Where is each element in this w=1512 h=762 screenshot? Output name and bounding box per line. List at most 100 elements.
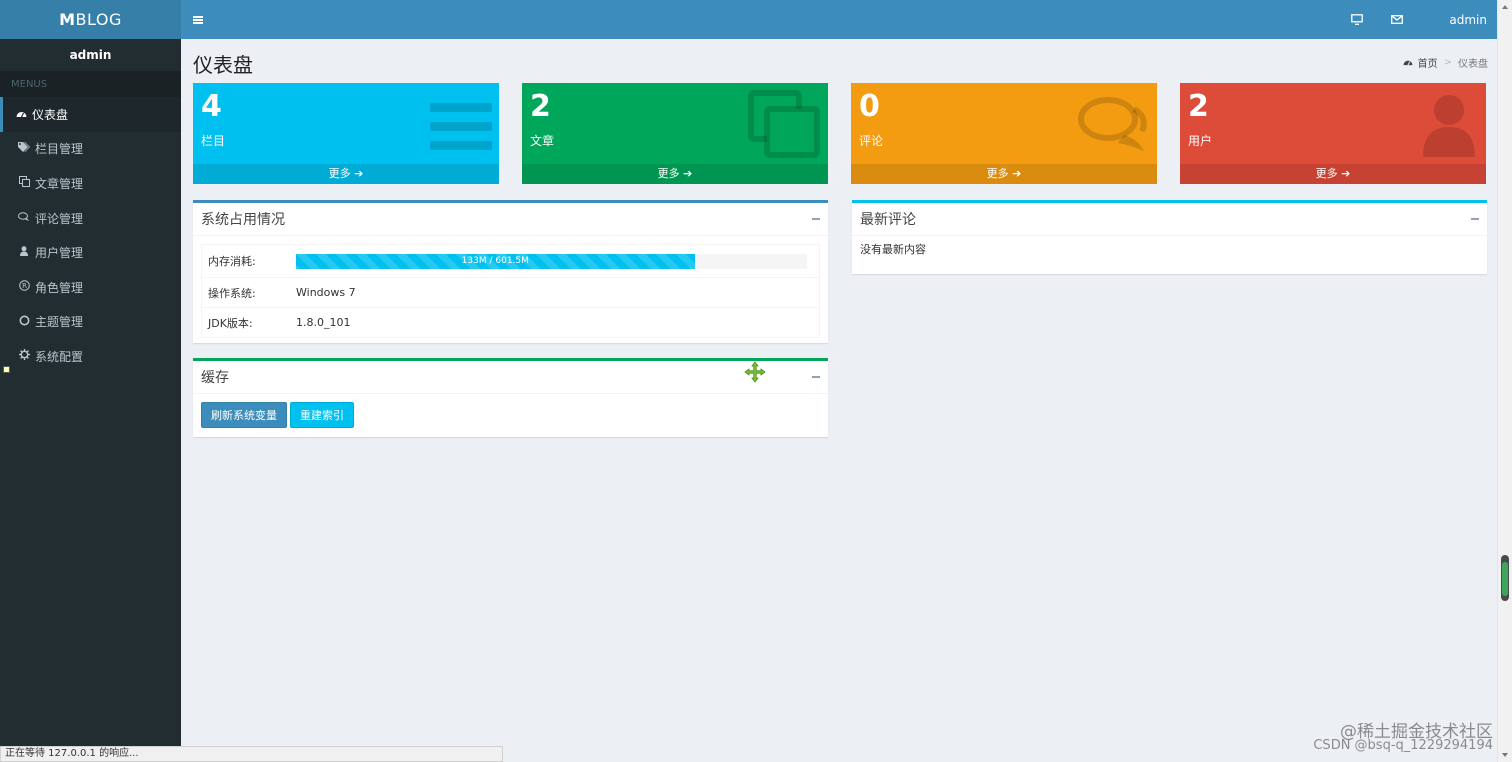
sidebar-item-users[interactable]: 用户管理: [0, 235, 181, 270]
latest-comments-box: 最新评论 没有最新内容: [852, 200, 1487, 274]
jdk-label: JDK版本:: [208, 316, 253, 330]
brand-logo[interactable]: M BLOG: [0, 0, 181, 39]
top-navbar: admin: [181, 0, 1497, 39]
empty-message: 没有最新内容: [860, 243, 926, 256]
breadcrumb-separator: >: [1443, 56, 1452, 68]
user-icon: [1423, 95, 1479, 160]
monitor-icon[interactable]: [1351, 14, 1364, 25]
sidebar-item-comments[interactable]: 评论管理: [0, 201, 181, 236]
stats-row: 4 栏目 更多 ➔ 2 文章 更多 ➔ 0 评论 更多 ➔ 2 用户 更多 ➔: [193, 83, 1488, 184]
box-title: 缓存: [201, 370, 229, 386]
stat-more-link[interactable]: 更多 ➔: [1180, 164, 1486, 184]
sidebar-item-roles[interactable]: R 角色管理: [0, 270, 181, 305]
resize-handle-left[interactable]: [3, 366, 10, 373]
system-info-table: 内存消耗: 133M / 601.5M 操作系统: Windows 7 JDK版…: [201, 244, 820, 338]
circle-icon: [17, 315, 31, 329]
memory-label: 内存消耗:: [208, 255, 256, 268]
stat-box-users: 2 用户 更多 ➔: [1180, 83, 1486, 184]
brand-rest: BLOG: [75, 10, 122, 29]
sidebar-item-label: 仪表盘: [32, 107, 69, 122]
svg-text:R: R: [22, 282, 27, 290]
stat-value: 0: [859, 89, 880, 124]
comments-icon: [17, 211, 31, 225]
user-panel-name: admin: [69, 48, 112, 62]
sidebar-item-label: 主题管理: [35, 315, 84, 330]
stat-label: 用户: [1188, 134, 1213, 148]
sidebar-item-articles[interactable]: 文章管理: [0, 166, 181, 201]
dashboard-icon: [14, 108, 28, 121]
system-usage-box: 系统占用情况 内存消耗: 133M / 601.5M 操作系统: Windows…: [193, 200, 828, 343]
collapse-minus-icon[interactable]: [812, 218, 820, 220]
sidebar-item-categories[interactable]: 栏目管理: [0, 132, 181, 167]
refresh-system-variables-button[interactable]: 刷新系统变量: [201, 402, 287, 428]
collapse-minus-icon[interactable]: [1471, 218, 1479, 220]
user-icon: [17, 246, 31, 259]
stat-value: 2: [1188, 89, 1209, 124]
stat-box-categories: 4 栏目 更多 ➔: [193, 83, 499, 184]
move-cursor-icon: [744, 361, 766, 386]
page-title: 仪表盘: [193, 52, 253, 77]
cache-box: 缓存 刷新系统变量 重建索引: [193, 358, 828, 437]
sidebar-item-dashboard[interactable]: 仪表盘: [0, 97, 181, 132]
copy-icon: [747, 90, 821, 162]
sidebar-toggle-icon[interactable]: [193, 15, 203, 24]
gear-icon: [17, 349, 31, 363]
stat-box-comments: 0 评论 更多 ➔: [851, 83, 1157, 184]
stat-more-link[interactable]: 更多 ➔: [522, 164, 828, 184]
more-label: 更多: [328, 167, 351, 180]
arrow-circle-right-icon: ➔: [354, 167, 364, 180]
comments-icon: [1076, 95, 1150, 158]
rebuild-index-button[interactable]: 重建索引: [290, 402, 354, 428]
menu-header: MENUS: [0, 71, 181, 97]
breadcrumb-home[interactable]: 首页: [1418, 55, 1438, 70]
arrow-circle-right-icon: ➔: [1012, 167, 1022, 180]
stat-label: 评论: [859, 134, 884, 148]
bars-icon: [430, 95, 492, 157]
more-label: 更多: [1315, 167, 1338, 180]
envelope-icon[interactable]: [1391, 15, 1404, 24]
stat-value: 2: [530, 89, 551, 124]
breadcrumb-current: 仪表盘: [1458, 58, 1488, 70]
browser-status-bar: 正在等待 127.0.0.1 的响应...: [0, 746, 503, 762]
dashboard-icon: [1403, 58, 1413, 66]
breadcrumb: 首页 > 仪表盘: [1403, 55, 1488, 70]
stat-more-link[interactable]: 更多 ➔: [851, 164, 1157, 184]
sidebar-item-themes[interactable]: 主题管理: [0, 305, 181, 340]
box-title: 最新评论: [860, 212, 916, 228]
copy-icon: [17, 176, 31, 190]
sidebar: M BLOG admin MENUS 仪表盘 栏目管理 文章管理 评论管理 用户管…: [0, 0, 181, 762]
sidebar-item-label: 文章管理: [35, 176, 84, 191]
table-row: JDK版本: 1.8.0_101: [202, 307, 819, 337]
stat-more-link[interactable]: 更多 ➔: [193, 164, 499, 184]
table-row: 内存消耗: 133M / 601.5M: [202, 245, 819, 277]
os-label: 操作系统:: [208, 286, 256, 300]
jdk-value: 1.8.0_101: [296, 316, 351, 329]
stat-label: 栏目: [201, 134, 226, 148]
sidebar-item-settings[interactable]: 系统配置: [0, 339, 181, 374]
more-label: 更多: [986, 167, 1009, 180]
sidebar-item-label: 用户管理: [35, 246, 84, 261]
box-title: 系统占用情况: [201, 212, 285, 228]
registered-icon: R: [17, 280, 31, 294]
main-content: 仪表盘 首页 > 仪表盘 4 栏目 更多 ➔ 2 文章 更多 ➔ 0 评论 更多…: [193, 39, 1488, 184]
stat-label: 文章: [530, 134, 555, 148]
sidebar-item-label: 系统配置: [35, 349, 84, 364]
memory-progress: 133M / 601.5M: [296, 253, 807, 269]
stat-box-articles: 2 文章 更多 ➔: [522, 83, 828, 184]
scroll-thumb[interactable]: [1501, 555, 1509, 601]
arrow-circle-right-icon: ➔: [683, 167, 693, 180]
user-menu[interactable]: admin: [1449, 13, 1487, 27]
vertical-scrollbar[interactable]: [1497, 0, 1512, 762]
sidebar-item-label: 栏目管理: [35, 142, 84, 157]
sidebar-item-label: 评论管理: [35, 211, 84, 226]
tags-icon: [17, 142, 31, 155]
os-value: Windows 7: [296, 286, 356, 299]
more-label: 更多: [657, 167, 680, 180]
watermark-csdn: CSDN @bsq-q_1229294194: [1313, 738, 1493, 753]
stat-value: 4: [201, 89, 222, 124]
scroll-up-icon[interactable]: [1502, 5, 1508, 9]
arrow-circle-right-icon: ➔: [1341, 167, 1351, 180]
table-row: 操作系统: Windows 7: [202, 277, 819, 307]
collapse-minus-icon[interactable]: [812, 376, 820, 378]
scroll-down-icon[interactable]: [1502, 753, 1508, 757]
